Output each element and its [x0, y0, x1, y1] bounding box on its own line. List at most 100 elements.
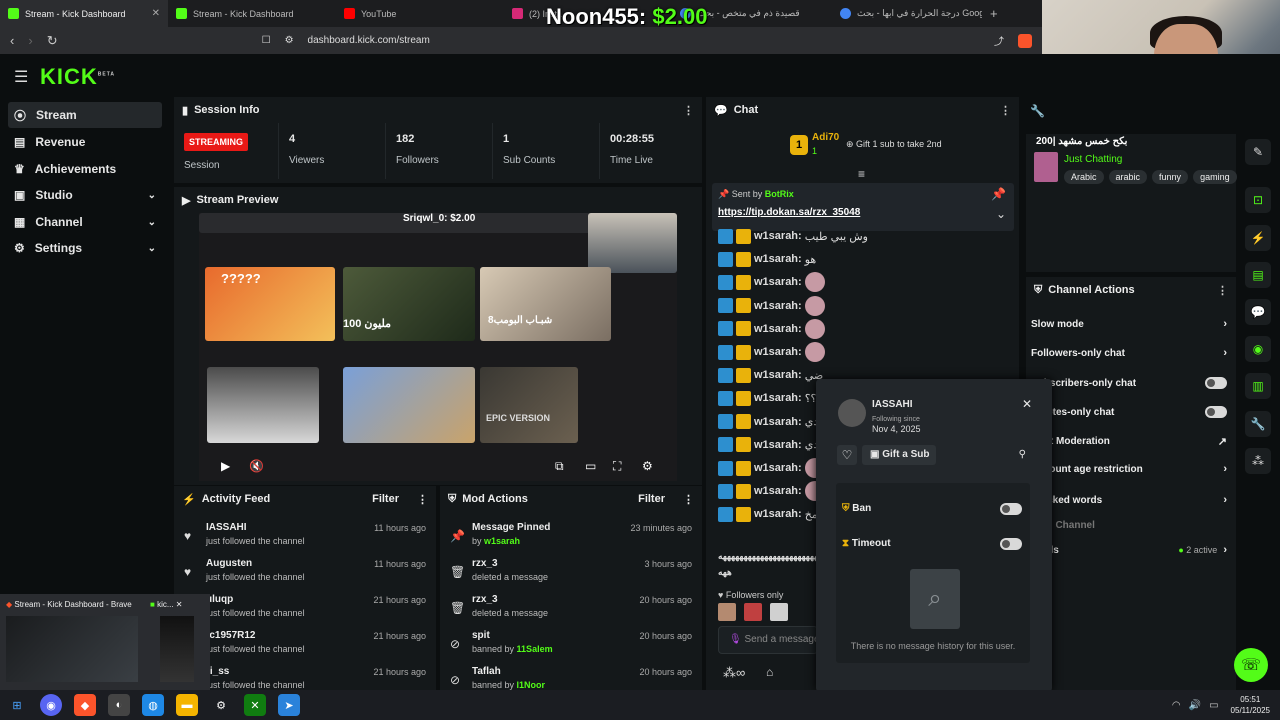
chat-username[interactable]: w1sarah: — [754, 392, 802, 404]
slow-mode-row[interactable]: Slow mode › — [1031, 313, 1227, 335]
theater-icon[interactable]: ▭ — [585, 459, 596, 473]
mod-action-title[interactable]: spit — [472, 630, 490, 641]
document-icon[interactable]: ▤ — [1245, 262, 1271, 288]
more-options-icon[interactable]: ⋮ — [683, 493, 694, 506]
back-icon[interactable]: ‹ — [10, 33, 14, 48]
chat-username[interactable]: w1sarah: — [754, 276, 802, 288]
sidebar-item-channel[interactable]: ▦ Channel ⌄ — [8, 209, 162, 235]
edge-icon[interactable]: ◍ — [142, 694, 164, 716]
filter-button[interactable]: Filter — [372, 493, 399, 505]
camera-icon[interactable]: ⊡ — [1245, 187, 1271, 213]
microphone-icon[interactable]: 🎙 — [729, 634, 744, 645]
sidebar-item-achievements[interactable]: ♛ Achievements — [8, 156, 162, 182]
wifi-icon[interactable]: ◠ — [1172, 700, 1181, 711]
brave-icon[interactable]: ◆ — [74, 694, 96, 716]
account-age-row[interactable]: Account age restriction › — [1031, 458, 1227, 480]
followers-only-row[interactable]: Followers-only chat › — [1031, 342, 1227, 364]
mod-action-title[interactable]: Taflah — [472, 666, 501, 677]
settings-gear-icon[interactable]: ⚙ — [642, 459, 653, 473]
avatar[interactable] — [744, 603, 762, 621]
subscribers-only-toggle[interactable] — [1205, 377, 1227, 389]
chat-username[interactable]: w1sarah: — [754, 369, 802, 381]
reload-icon[interactable]: ↻ — [47, 33, 58, 49]
play-icon[interactable]: ▶ — [221, 459, 230, 473]
feed-username[interactable]: Augusten — [206, 558, 252, 569]
emote-icon[interactable]: ⁂∞ — [723, 665, 745, 681]
mod-icon[interactable]: ⚲ — [1019, 449, 1026, 460]
mod-action-title[interactable]: rzx_3 — [472, 594, 498, 605]
chat-username[interactable]: w1sarah: — [754, 323, 802, 335]
chat-username[interactable]: w1sarah: — [754, 300, 802, 312]
chat-username[interactable]: w1sarah: — [754, 253, 802, 265]
emote-icon[interactable]: ⁂ — [1245, 448, 1271, 474]
new-tab-button[interactable]: + — [982, 0, 1002, 27]
category-thumbnail[interactable] — [1034, 152, 1058, 182]
chat-username[interactable]: w1sarah: — [754, 485, 802, 497]
share-icon[interactable]: ⤴ — [994, 33, 1004, 48]
emotes-only-toggle[interactable] — [1205, 406, 1227, 418]
mod-action-title[interactable]: rzx_3 — [472, 558, 498, 569]
avatar[interactable] — [770, 603, 788, 621]
more-options-icon[interactable]: ⋮ — [1000, 104, 1011, 117]
follow-heart-button[interactable]: ♡ — [837, 445, 857, 465]
moderator-name[interactable]: w1sarah — [484, 536, 520, 546]
taskbar-preview[interactable]: ◆ Stream - Kick Dashboard - Brave ■ kic.… — [0, 594, 210, 690]
popup-username[interactable]: IASSAHI — [872, 399, 913, 410]
wrench-icon[interactable]: 🔧 — [1030, 104, 1045, 118]
chat-username[interactable]: w1sarah: — [754, 439, 802, 451]
more-options-icon[interactable]: ⋮ — [1217, 284, 1228, 297]
hamburger-menu-icon[interactable]: ☰ — [14, 67, 28, 87]
tag[interactable]: arabic — [1108, 170, 1148, 184]
kick-logo[interactable]: KICKBETA — [40, 64, 115, 90]
chat-moderation-row[interactable]: Chat Moderation ↗ — [1031, 430, 1227, 452]
sidebar-item-revenue[interactable]: ▤ Revenue — [8, 129, 162, 155]
url-input[interactable]: dashboard.kick.com/stream — [308, 35, 430, 46]
steam-icon[interactable]: ⚙ — [210, 694, 232, 716]
gift-sub-prompt[interactable]: ⊕ Gift 1 sub to take 2nd — [846, 139, 942, 150]
chat-icon[interactable]: 💬 — [1245, 299, 1271, 325]
sidebar-item-studio[interactable]: ▣ Studio ⌄ — [8, 182, 162, 208]
forward-icon[interactable]: › — [28, 33, 32, 48]
chat-username[interactable]: w1sarah: — [754, 346, 802, 358]
chat-input[interactable]: 🎙 Send a message — [718, 626, 818, 654]
moderator-name[interactable]: 11Salem — [517, 644, 553, 654]
goals-row[interactable]: Goals● 2 active› — [1031, 539, 1227, 561]
layout-icon[interactable]: ▥ — [1245, 373, 1271, 399]
gifter-name[interactable]: Adi70 — [812, 132, 839, 143]
unpin-icon[interactable]: 📌 — [991, 187, 1006, 201]
ban-toggle[interactable] — [1000, 503, 1022, 515]
xbox-icon[interactable]: ✕ — [244, 694, 266, 716]
close-icon[interactable]: ✕ — [176, 600, 183, 609]
tab-1[interactable]: Stream - Kick Dashboard — [168, 0, 336, 27]
store-icon[interactable]: ⌂ — [766, 665, 773, 679]
tag[interactable]: funny — [1152, 170, 1189, 184]
fullscreen-icon[interactable]: ⛶ — [613, 459, 621, 474]
stream-preview-video[interactable]: Sriqwl_0: $2.00 ????? 100 مليون شبـاب ال… — [199, 213, 677, 481]
folder-icon[interactable]: ▬ — [176, 694, 198, 716]
collapse-icon[interactable]: ≡ — [858, 167, 865, 181]
window-thumbnail[interactable] — [160, 616, 194, 682]
feed-username[interactable]: fc1957R12 — [206, 630, 255, 641]
moderator-name[interactable]: l1Noor — [517, 680, 546, 690]
feed-username[interactable]: IASSAHI — [206, 522, 247, 533]
discord-icon[interactable]: ◉ — [40, 694, 62, 716]
app-icon[interactable]: ◐ — [108, 694, 130, 716]
filter-button[interactable]: Filter — [638, 493, 665, 505]
close-tab-icon[interactable]: ✕ — [152, 8, 160, 19]
volume-icon[interactable]: 🔊 — [1189, 700, 1201, 711]
windows-start-icon[interactable]: ⊞ — [6, 694, 28, 716]
pinned-link[interactable]: https://tip.dokan.sa/rzx_35048 — [718, 207, 860, 218]
mute-icon[interactable]: 🔇 — [249, 459, 264, 473]
category-name[interactable]: Just Chatting — [1064, 154, 1122, 165]
blocked-words-row[interactable]: Blocked words › — [1031, 489, 1227, 511]
chat-username[interactable]: w1sarah: — [754, 462, 802, 474]
wrench-icon[interactable]: 🔧 — [1245, 411, 1271, 437]
tab-5[interactable]: درجة الحرارة في ابها - بحث Google — [832, 0, 982, 27]
chevron-down-icon[interactable]: ⌄ — [996, 207, 1006, 221]
sidebar-item-settings[interactable]: ⚙ Settings ⌄ — [8, 235, 162, 261]
tag[interactable]: Arabic — [1064, 170, 1104, 184]
chat-username[interactable]: w1sarah: — [754, 508, 802, 520]
chat-username[interactable]: w1sarah: — [754, 230, 802, 242]
gift-sub-button[interactable]: ▣ Gift a Sub — [862, 445, 936, 465]
feed-username[interactable]: uluqp — [206, 594, 233, 605]
